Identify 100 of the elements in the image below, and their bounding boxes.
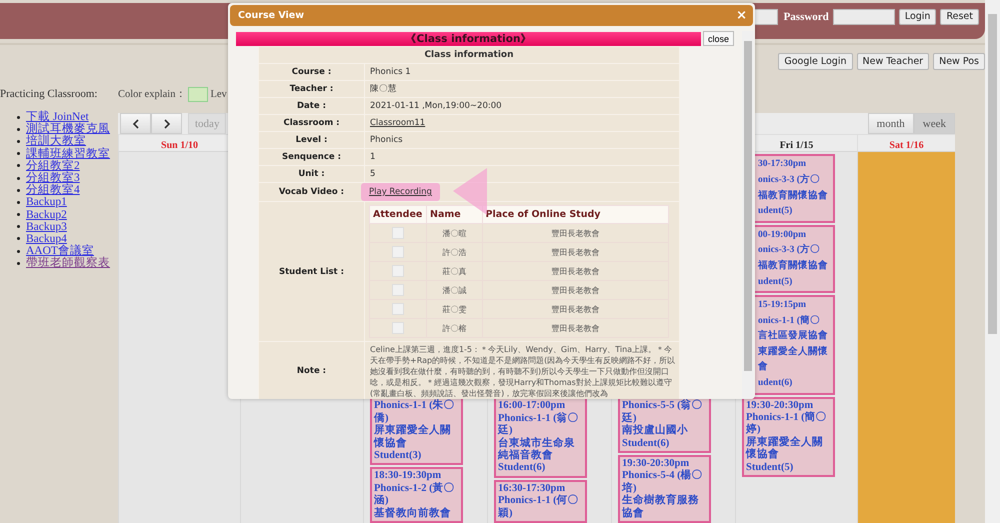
event-text: 生命樹教育服務協會 [622, 495, 700, 520]
event-text: Phonics-1-1 (何〇穎) [498, 495, 580, 520]
classroom-link[interactable]: 培訓大教室 [26, 135, 86, 148]
event-card[interactable]: 19:30-20:30pm Phonics-5-4 (楊〇培) 生命樹教育服務協會 [618, 454, 711, 523]
event-text: udent(5) [758, 205, 794, 218]
day-header: Sun 1/10 [161, 140, 198, 152]
view-tab[interactable]: month [868, 113, 914, 134]
field-label: Date : [258, 98, 364, 114]
event-text: 19:30-20:30pm [746, 400, 814, 411]
table-cell: 許〇榕 [426, 318, 482, 338]
field-label: Classroom : [258, 114, 364, 132]
event-card[interactable]: 16:30-17:30pm Phonics-1-1 (何〇穎) [494, 480, 587, 523]
event-text: 福教育關懷協會 [758, 258, 829, 273]
dialog-title: Course View [238, 10, 304, 21]
event-card[interactable]: Phonics-1-1 (朱〇僑) 屏東躍愛全人關懷協會 Student(3) [370, 397, 463, 466]
table-cell: 豐田長老教會 [482, 242, 668, 262]
field-label: Course : [258, 64, 364, 80]
note-text: Celine上課第三週，進度1-5：＊今天Lily、Wendy、Gim、Harry、Tina上課。＊今天在帶手勢+Rap的時候，不知道是不是網路問題(因為今天學生有反映網路不好，所以她沒看到我在做什麼，有時聽的到，有時聽不到)所以今天學生一下只做動作但沒開口唸，或是相反。＊經過這幾次觀察，發現Harry和Thomas對於上課規矩比較難以遵守(常亂畫白板、頻頻說話、發出怪聲音)，放完寒假回來後讓他們改為 [370, 344, 676, 399]
classroom-link[interactable]: AAOT會議室 [26, 245, 94, 258]
table-cell: 豐田長老教會 [482, 280, 668, 300]
field-label: Level : [258, 132, 364, 148]
classroom-link[interactable]: Backup2 [26, 208, 67, 221]
event-text: 台東城市生命泉純福音教會 [498, 438, 576, 462]
event-text: onics-3-3 (方〇 [758, 172, 821, 187]
column-header: Name [426, 206, 482, 224]
event-card[interactable]: 18:30-19:30pm Phonics-1-2 (黃〇涵) 基督教向前教會 [370, 467, 463, 523]
event-text: 16:00-17:00pm [498, 400, 566, 412]
field-value: 1 [370, 152, 376, 162]
classroom-link[interactable]: 分組教室4 [26, 184, 80, 196]
event-text: 福教育關懷協會 [758, 188, 829, 203]
field-value: 5 [370, 168, 376, 178]
event-text: onics-3-3 (方〇 [758, 243, 821, 258]
table-cell: 豐田長老教會 [482, 300, 668, 318]
event-text: Phonics-1-1 (簡〇婷) [746, 412, 828, 436]
event-text: 30-17:30pm [758, 158, 808, 172]
top-button[interactable]: Google Login [778, 53, 852, 70]
event-text: 言社區發展協會 [758, 329, 829, 344]
table-heading: Class information [258, 46, 680, 64]
event-text: 18:30-19:30pm [374, 470, 442, 482]
event-text: 屏東躍愛全人關懷協會 [374, 425, 452, 450]
play-recording-link[interactable]: Play Recording [361, 183, 440, 201]
table-cell: 豐田長老教會 [482, 262, 668, 280]
classroom-link[interactable]: Backup3 [26, 220, 67, 233]
classroom-link[interactable]: 帶班老師觀察表 [26, 257, 110, 270]
event-text: 15-19:15pm [758, 299, 808, 312]
field-value: 2021-01-11 ,Mon,19:00~20:00 [370, 100, 502, 110]
event-text: 屏東躍愛全人關懷協會 [746, 436, 824, 462]
event-text: 東躍愛全人關懷 [758, 344, 829, 359]
top-button[interactable]: New Teacher [856, 53, 930, 70]
event-text: 00-19:00pm [758, 228, 808, 242]
table-cell: 豐田長老教會 [482, 318, 668, 338]
field-value: 陳〇慧 [370, 84, 397, 94]
classroom-link[interactable]: 測試耳機麥克風 [26, 123, 110, 136]
sidebar-title: Practicing Classroom: [0, 88, 98, 100]
password-label: Password [784, 10, 829, 25]
classroom-link[interactable]: Backup1 [26, 196, 67, 208]
event-card[interactable]: 19:30-20:30pm Phonics-1-1 (簡〇婷) 屏東躍愛全人關懷協會 Student(5) [742, 396, 835, 478]
close-icon[interactable]: × [736, 8, 747, 22]
table-cell: 潘〇暄 [426, 224, 482, 242]
event-text: 會 [758, 360, 769, 374]
event-text: Student(5) [746, 462, 794, 474]
event-text: 南投盧山國小 [622, 425, 689, 438]
event-text: Phonics-5-4 (楊〇培) [622, 470, 704, 494]
field-label: Teacher : [258, 80, 364, 98]
field-label: Unit : [258, 166, 364, 182]
classroom-link[interactable]: Backup4 [26, 232, 67, 245]
section-banner: 《Class information》 [236, 32, 701, 46]
day-header: Fri 1/15 [780, 140, 814, 152]
event-text: Student(6) [498, 462, 546, 475]
table-cell: 莊〇雯 [426, 300, 482, 318]
field-value: Phonics [370, 134, 403, 144]
event-text: Phonics-1-1 (翁〇廷) [498, 412, 580, 436]
event-text: Student(3) [374, 450, 422, 462]
classroom-link[interactable]: 下載 JoinNet [26, 111, 89, 124]
event-text: Phonics-1-1 (朱〇僑) [374, 400, 456, 424]
event-text: 16:30-17:30pm [498, 482, 566, 494]
classroom-link[interactable]: Classroom11 [370, 118, 426, 128]
event-text: 基督教向前教會 [374, 508, 452, 520]
view-tab[interactable]: week [914, 113, 955, 134]
event-text: 19:30-20:30pm [622, 458, 690, 470]
event-text: udent(6) [758, 377, 794, 390]
header-button[interactable]: Reset [940, 9, 979, 25]
classroom-link[interactable]: 課輔班練習教室 [26, 148, 110, 160]
event-text: onics-1-1 (簡〇 [758, 314, 821, 328]
day-header: Sat 1/16 [889, 140, 924, 152]
classroom-link[interactable]: 分組教室3 [26, 172, 80, 184]
column-header: Place of Online Study [482, 206, 668, 224]
close-button[interactable]: close [702, 31, 734, 46]
event-text: Phonics-1-2 (黃〇涵) [374, 482, 456, 507]
field-label: Senquence : [258, 148, 364, 166]
event-card[interactable]: 16:00-17:00pm Phonics-1-1 (翁〇廷) 台東城市生命泉純福音教會 Student(6) [494, 397, 587, 478]
event-card[interactable]: Phonics-5-5 (翁〇廷) 南投盧山國小 Student(6) [618, 397, 711, 453]
header-button[interactable]: Login [898, 9, 936, 25]
event-text: Student(6) [622, 438, 670, 450]
field-value: Phonics 1 [370, 66, 411, 76]
top-button[interactable]: New Pos [933, 53, 985, 70]
field-label: Student List : [258, 202, 364, 342]
table-cell: 潘〇誠 [426, 280, 482, 300]
classroom-link[interactable]: 分組教室2 [26, 160, 80, 172]
table-cell: 莊〇真 [426, 262, 482, 280]
